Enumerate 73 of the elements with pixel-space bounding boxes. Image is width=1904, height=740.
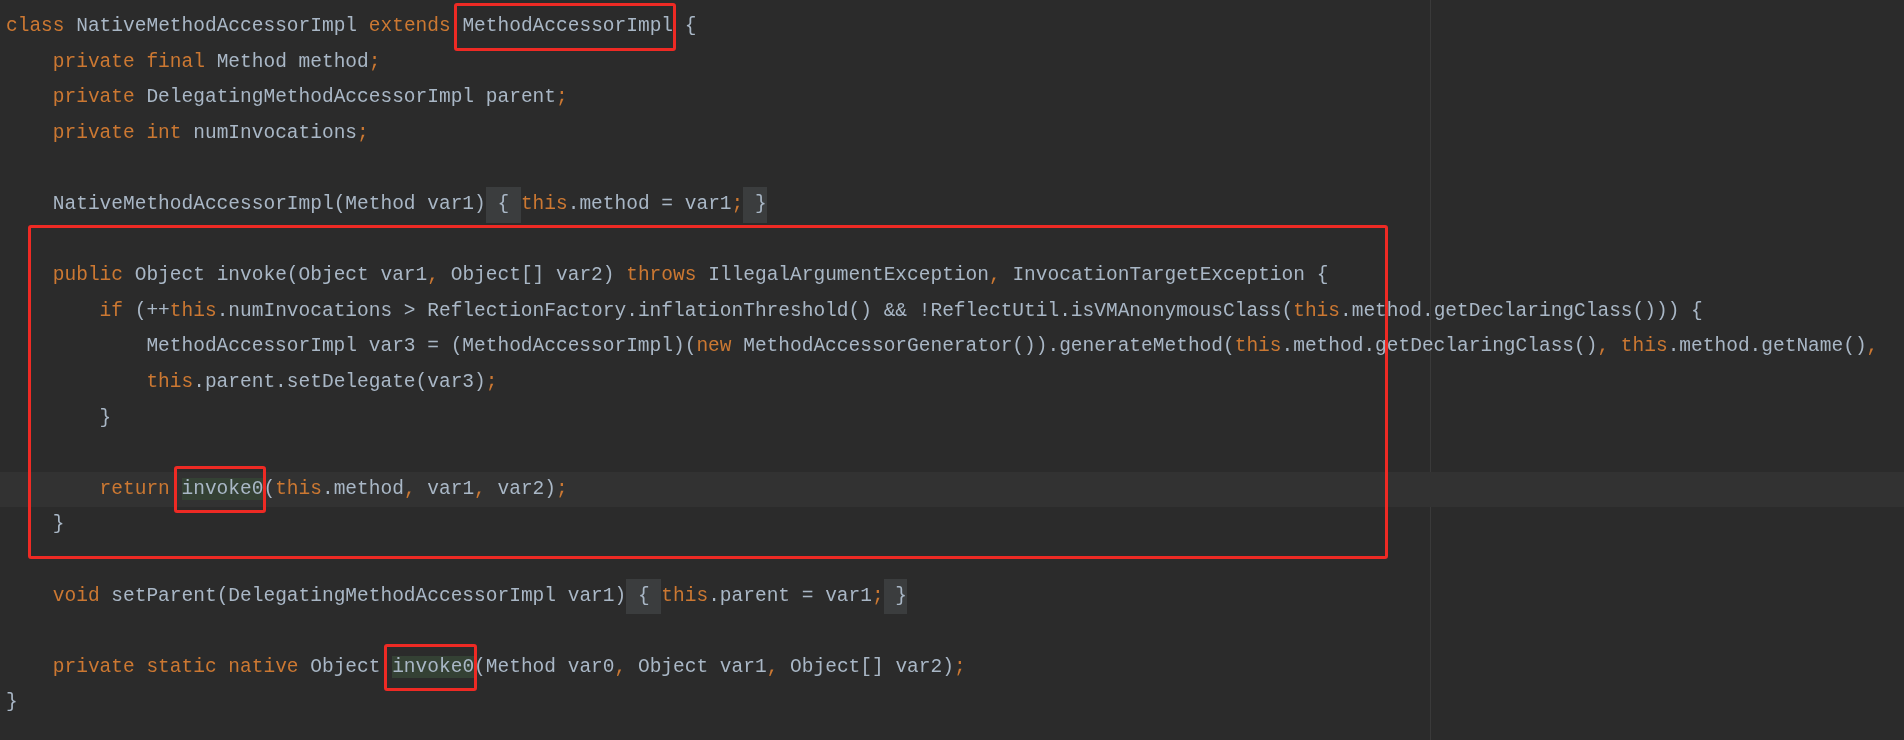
code-keyword: this [1620,334,1668,360]
code-punctuation: ; [953,654,966,680]
folded-block: { [626,578,662,615]
code-text: } [99,405,112,431]
code-text: numInvocations [193,120,358,146]
code-text: Object[] var2) [450,263,616,289]
code-text: { [683,14,697,39]
code-keyword: public [52,263,124,289]
code-text: MethodAccessorGenerator()).generateMethod( [743,334,1235,360]
code-keyword: this [275,476,322,502]
code-keyword: class [6,14,66,39]
code-punctuation: ; [368,49,381,75]
code-text: IllegalArgumentException [708,263,989,289]
code-keyword: new [696,334,733,360]
code-text: (++ [134,298,170,324]
code-punctuation: , [989,263,1002,289]
code-keyword: extends [368,14,452,39]
code-text: .method.getName() [1667,334,1867,360]
code-text: setParent(DelegatingMethodAccessorImpl var1) [111,583,627,609]
code-keyword: this [661,583,709,609]
code-punctuation: ; [357,120,369,146]
code-punctuation: , [474,476,487,502]
code-keyword: throws [626,263,698,289]
folded-block: } [743,186,767,223]
code-text: } [52,512,65,538]
code-text: MethodAccessorImpl [462,15,674,37]
code-keyword: private static native [52,654,300,680]
code-keyword: this [520,191,568,217]
code-keyword: this [169,298,217,324]
code-text: .method = var1 [567,191,732,217]
code-punctuation: ; [556,476,568,502]
code-text: .numInvocations > ReflectionFactory.inflationThreshold() && !ReflectUtil.isVMAnonymousClass( [216,298,1294,324]
code-text: var2) [497,476,556,502]
code-punctuation: , [766,654,780,680]
code-text: .parent = var1 [708,583,872,609]
code-text: NativeMethodAccessorImpl(Method var1) [52,191,486,217]
code-text: (Method var0 [474,654,615,680]
code-keyword: this [146,369,194,395]
folded-block: { [485,186,521,223]
code-text: Method method [216,49,369,75]
code-text: var1 [427,476,475,502]
code-text: InvocationTargetException { [1012,263,1329,289]
code-punctuation: , [403,476,417,502]
code-punctuation: , [1597,334,1611,360]
code-punctuation: , [614,654,628,680]
code-text: DelegatingMethodAccessorImpl parent [146,85,556,111]
code-punctuation: , [427,263,440,289]
code-punctuation: ; [556,85,568,111]
code-text: Object [310,654,382,680]
code-text: Object invoke(Object var1 [134,263,428,289]
code-text: .method [321,476,404,502]
code-text: ( [263,476,276,502]
code-text: } [6,690,18,716]
code-keyword: if [99,298,124,324]
code-punctuation: ; [731,191,744,217]
code-keyword: void [52,583,101,609]
code-text: Object[] var2) [790,654,954,680]
code-punctuation: , [1866,334,1879,360]
folded-block: } [883,578,908,615]
code-keyword: private final [52,49,206,75]
code-keyword: this [1234,334,1282,360]
code-keyword: return [99,476,171,502]
highlighted-identifier: invoke0 [181,477,264,500]
highlighted-identifier: invoke0 [392,655,475,678]
code-text: .parent.setDelegate(var3) [193,369,486,395]
code-keyword: this [1293,298,1340,324]
code-keyword: private int [52,120,183,146]
code-text: NativeMethodAccessorImpl [76,14,359,39]
code-punctuation: ; [871,583,884,609]
code-punctuation: ; [485,369,498,395]
code-keyword: private [52,85,136,111]
code-text: MethodAccessorImpl var3 = (MethodAccessorImpl)( [146,334,697,360]
code-text: Object var1 [637,654,767,680]
